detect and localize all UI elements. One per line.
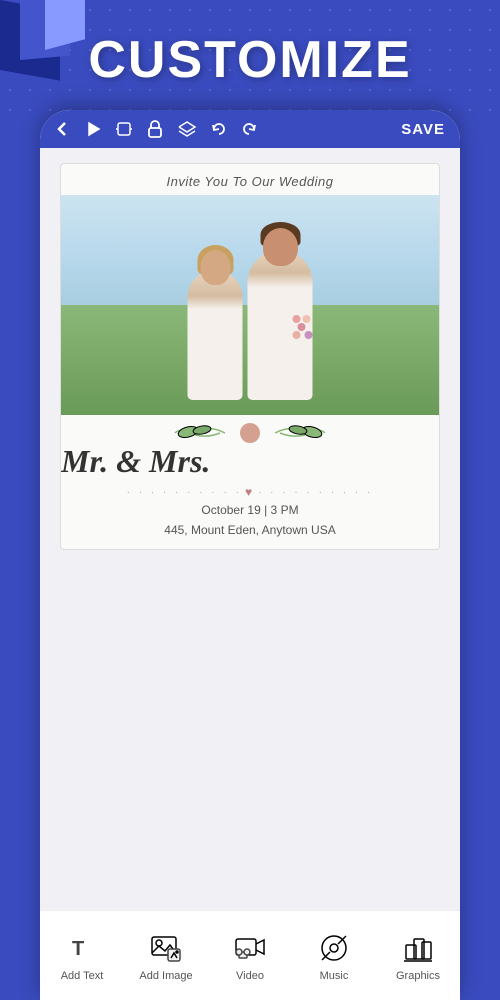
couple-figure	[188, 250, 313, 400]
nav-label-graphics: Graphics	[396, 970, 440, 982]
svg-text:T: T	[72, 938, 84, 960]
title-area: CUSTOMIZE	[0, 30, 500, 90]
rotate-button[interactable]	[115, 120, 133, 138]
card-decoration	[61, 415, 439, 443]
nav-item-music[interactable]: Music	[292, 930, 376, 982]
left-leaves	[170, 423, 230, 443]
card-date: October 19 | 3 PM	[61, 499, 439, 521]
lock-button[interactable]	[147, 120, 163, 138]
page-title: CUSTOMIZE	[0, 30, 500, 90]
wedding-card: Invite You To Our Wedding	[60, 163, 440, 550]
nav-label-music: Music	[320, 970, 349, 982]
bottom-nav: T Add Text Add Image	[40, 910, 460, 1000]
person-2-head	[263, 228, 298, 266]
nav-label-video: Video	[236, 970, 264, 982]
graphics-icon	[400, 930, 436, 966]
music-icon	[316, 930, 352, 966]
card-header-text: Invite You To Our Wedding	[61, 164, 439, 195]
layers-button[interactable]	[177, 120, 197, 138]
person-1	[188, 270, 243, 400]
card-photo	[61, 195, 439, 415]
nav-label-add-image: Add Image	[139, 970, 192, 982]
nav-item-add-text[interactable]: T Add Text	[40, 930, 124, 982]
video-icon	[232, 930, 268, 966]
divider-line: · · · · · · · · · · ♥ · · · · · · · · · …	[61, 485, 439, 499]
bouquet	[293, 315, 323, 350]
back-button[interactable]	[55, 121, 71, 137]
nav-item-video[interactable]: Video	[208, 930, 292, 982]
image-icon	[148, 930, 184, 966]
person-2	[248, 250, 313, 400]
toolbar: SAVE	[40, 110, 460, 148]
save-button[interactable]: SAVE	[401, 121, 445, 138]
nav-label-add-text: Add Text	[61, 970, 104, 982]
nav-item-graphics[interactable]: Graphics	[376, 930, 460, 982]
play-button[interactable]	[85, 121, 101, 137]
card-location: 445, Mount Eden, Anytown USA	[61, 521, 439, 549]
right-leaves	[270, 423, 330, 443]
card-names: Mr. & Mrs.	[61, 438, 439, 485]
person-1-head	[200, 250, 230, 285]
leaf-decoration	[61, 423, 439, 443]
text-icon: T	[64, 930, 100, 966]
redo-button[interactable]	[241, 121, 257, 137]
card-area: Invite You To Our Wedding	[40, 148, 460, 1000]
nav-item-add-image[interactable]: Add Image	[124, 930, 208, 982]
gem-circle	[240, 423, 260, 443]
undo-button[interactable]	[211, 121, 227, 137]
phone-frame: SAVE Invite You To Our Wedding	[40, 110, 460, 1000]
phone-content: SAVE Invite You To Our Wedding	[40, 110, 460, 1000]
